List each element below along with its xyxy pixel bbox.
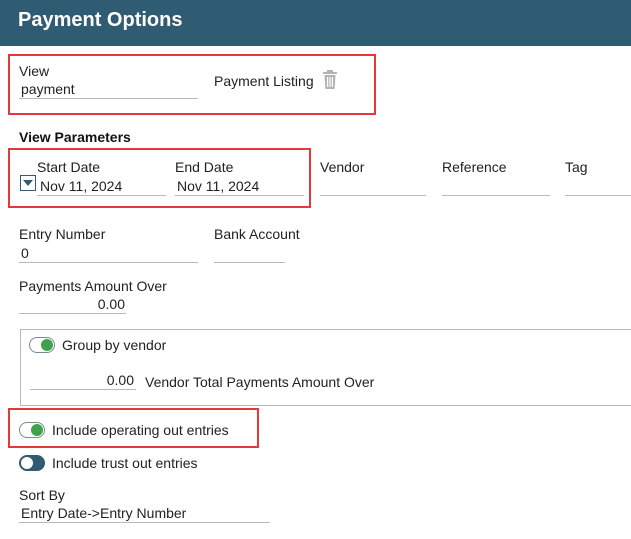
end-date-underline: [175, 195, 304, 196]
view-parameters-title: View Parameters: [19, 129, 131, 145]
include-trust-out-label: Include trust out entries: [52, 455, 198, 471]
end-date-input[interactable]: Nov 11, 2024: [177, 178, 259, 194]
tag-input[interactable]: [567, 178, 627, 195]
trash-icon[interactable]: [322, 70, 338, 90]
entry-number-input[interactable]: 0: [21, 245, 29, 261]
tag-underline: [565, 195, 631, 196]
vendor-total-amount-input[interactable]: 0.00: [30, 372, 134, 388]
payment-listing-label: Payment Listing: [214, 73, 314, 89]
page-title: Payment Options: [18, 9, 183, 31]
bank-account-input[interactable]: [216, 245, 282, 262]
group-by-vendor-toggle[interactable]: [29, 337, 55, 353]
reference-input[interactable]: [444, 178, 544, 195]
payment-options-page: Payment Options View payment Payment Lis…: [0, 0, 631, 539]
include-operating-out-toggle[interactable]: [19, 422, 45, 438]
tag-label: Tag: [565, 159, 588, 175]
end-date-label: End Date: [175, 159, 234, 175]
payments-amount-over-underline: [19, 313, 126, 314]
include-operating-out-label: Include operating out entries: [52, 422, 229, 438]
vendor-total-amount-underline: [30, 389, 136, 390]
date-dropdown-icon[interactable]: [20, 175, 36, 191]
start-date-input[interactable]: Nov 11, 2024: [40, 178, 122, 194]
view-label: View: [19, 63, 50, 79]
group-by-vendor-label: Group by vendor: [62, 337, 167, 353]
vendor-label: Vendor: [320, 159, 365, 175]
bank-account-underline: [214, 262, 285, 263]
view-input[interactable]: payment: [21, 81, 75, 97]
bank-account-label: Bank Account: [214, 226, 300, 242]
reference-underline: [442, 195, 550, 196]
sort-by-underline: [19, 522, 270, 523]
sort-by-select[interactable]: Entry Date->Entry Number: [21, 505, 186, 521]
reference-label: Reference: [442, 159, 507, 175]
start-date-label: Start Date: [37, 159, 101, 175]
payments-amount-over-input[interactable]: 0.00: [19, 296, 125, 312]
vendor-underline: [320, 195, 426, 196]
view-input-underline: [19, 98, 198, 99]
include-trust-out-toggle[interactable]: [19, 455, 45, 471]
entry-number-underline: [19, 262, 198, 263]
vendor-total-label: Vendor Total Payments Amount Over: [145, 374, 375, 390]
start-date-underline: [37, 195, 166, 196]
entry-number-label: Entry Number: [19, 226, 106, 242]
vendor-input[interactable]: [322, 178, 422, 195]
sort-by-label: Sort By: [19, 487, 65, 503]
payments-amount-over-label: Payments Amount Over: [19, 278, 167, 294]
